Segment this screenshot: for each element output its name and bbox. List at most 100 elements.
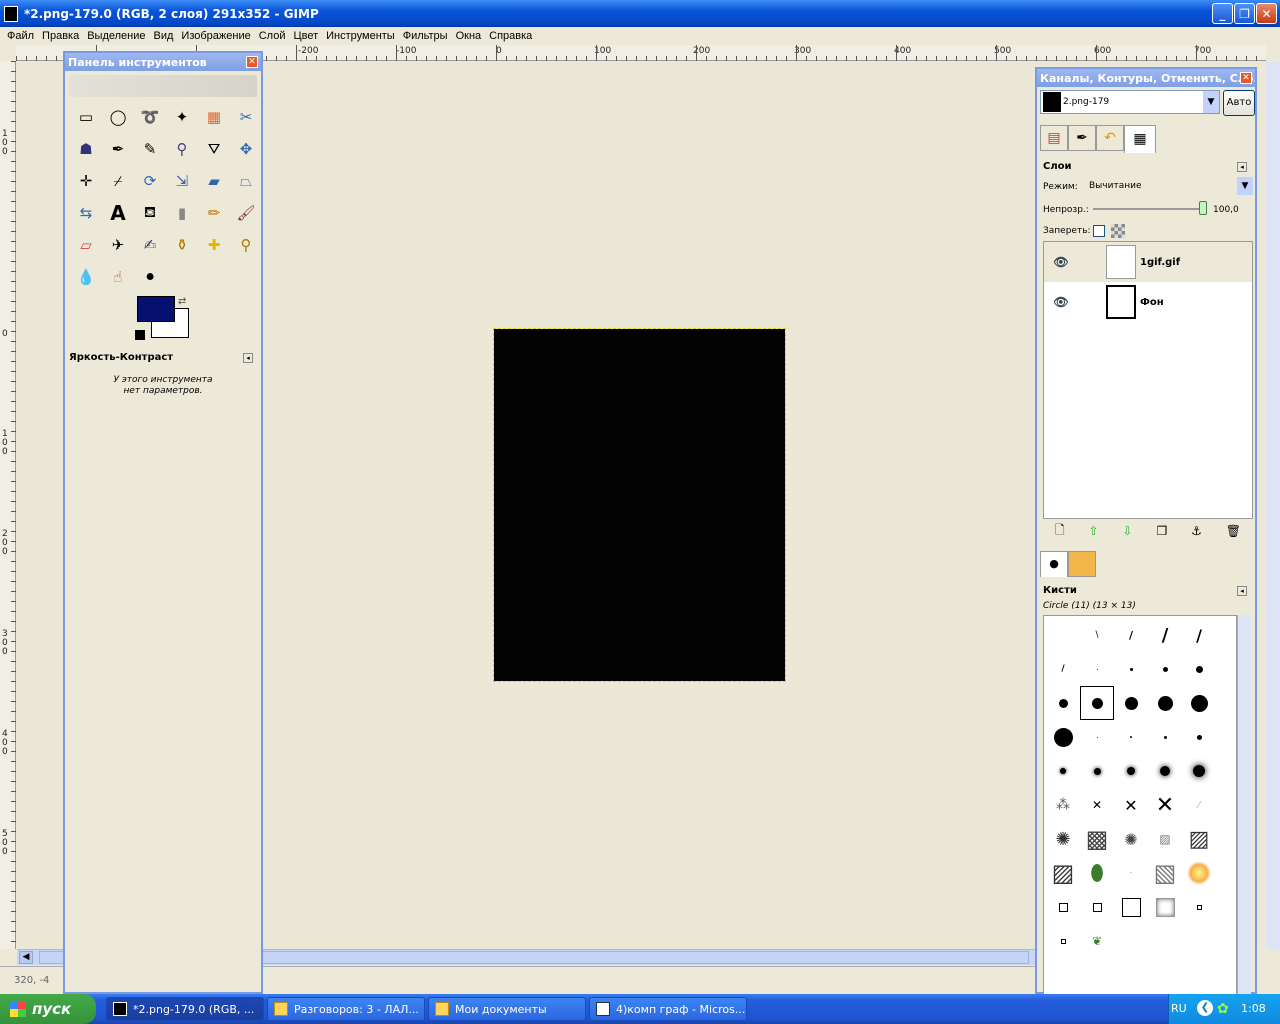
brush-item[interactable]: ✺ — [1046, 822, 1080, 856]
brush-item[interactable] — [1182, 856, 1216, 890]
scale-icon[interactable]: ⇲ — [166, 165, 198, 197]
brush-item[interactable] — [1182, 754, 1216, 788]
lock-checkbox[interactable] — [1093, 225, 1105, 237]
smudge-icon[interactable]: ☝ — [102, 261, 134, 293]
tab-undo-icon[interactable]: ↶ — [1096, 125, 1124, 151]
taskbar-item-gimp[interactable]: *2.png-179.0 (RGB, ... — [106, 997, 264, 1021]
menu-view[interactable]: Вид — [150, 30, 178, 42]
brush-item[interactable]: / — [1182, 618, 1216, 652]
foreground-color-swatch[interactable] — [137, 296, 175, 322]
brush-item[interactable]: / — [1148, 618, 1182, 652]
brush-item[interactable] — [1114, 652, 1148, 686]
layers-menu-icon[interactable]: ◂ — [1237, 162, 1247, 172]
menu-help[interactable]: Справка — [485, 30, 536, 42]
brushes-menu-icon[interactable]: ◂ — [1237, 586, 1247, 596]
tray-expand-icon[interactable]: ❮ — [1197, 1000, 1213, 1016]
anchor-layer-icon[interactable]: ⚓ — [1191, 524, 1202, 538]
dock-title-bar[interactable]: Каналы, Контуры, Отменить, Сло... ✕ — [1037, 69, 1255, 87]
blur-icon[interactable]: 💧 — [70, 261, 102, 293]
eye-icon[interactable]: 👁 — [1044, 295, 1078, 309]
minimize-button[interactable]: _ — [1212, 3, 1233, 24]
vertical-scrollbar[interactable] — [1266, 62, 1280, 949]
dock-close-icon[interactable]: ✕ — [1240, 72, 1252, 84]
brush-item[interactable] — [1046, 720, 1080, 754]
toolbox-close-icon[interactable]: ✕ — [246, 56, 258, 68]
brush-item-selected[interactable] — [1080, 686, 1114, 720]
menu-tools[interactable]: Инструменты — [322, 30, 399, 42]
tab-brushes-icon[interactable]: ● — [1040, 551, 1068, 577]
tab-patterns-icon[interactable] — [1068, 551, 1096, 577]
brush-item[interactable] — [1114, 890, 1148, 924]
bucket-fill-icon[interactable]: ⛾ — [134, 197, 166, 229]
brush-item[interactable] — [1114, 720, 1148, 754]
taskbar-item-documents[interactable]: Мои документы — [428, 997, 586, 1021]
taskbar-item-chat[interactable]: Разговоров: 3 - ЛАЛ... — [267, 997, 425, 1021]
dodge-burn-icon[interactable]: ⚫ — [134, 261, 166, 293]
brush-item[interactable]: ✕ — [1080, 788, 1114, 822]
menu-edit[interactable]: Правка — [38, 30, 83, 42]
icq-flower-icon[interactable]: ✿ — [1217, 1001, 1229, 1017]
brush-item[interactable] — [1182, 720, 1216, 754]
brush-item[interactable] — [1080, 754, 1114, 788]
chevron-down-icon[interactable]: ▼ — [1203, 91, 1219, 113]
delete-layer-icon[interactable]: 🗑 — [1226, 524, 1241, 538]
raise-layer-icon[interactable]: ⇧ — [1089, 524, 1099, 538]
eye-icon[interactable]: 👁 — [1044, 255, 1078, 269]
crop-icon[interactable]: ⌿ — [102, 165, 134, 197]
ink-icon[interactable]: ✍ — [134, 229, 166, 261]
pencil-icon[interactable]: ✏ — [198, 197, 230, 229]
tool-options-menu-icon[interactable]: ◂ — [243, 353, 253, 363]
brush-item[interactable]: ⁂ — [1046, 788, 1080, 822]
rotate-icon[interactable]: ⟳ — [134, 165, 166, 197]
brush-item[interactable]: ✕ — [1114, 788, 1148, 822]
brush-item[interactable] — [1114, 686, 1148, 720]
menu-windows[interactable]: Окна — [452, 30, 486, 42]
default-colors-icon[interactable] — [135, 330, 145, 340]
brush-item[interactable] — [1080, 890, 1114, 924]
free-select-icon[interactable]: ➰ — [134, 101, 166, 133]
perspective-clone-icon[interactable]: ⚲ — [230, 229, 262, 261]
swap-colors-icon[interactable]: ⇄ — [178, 296, 186, 307]
brush-item[interactable]: \ — [1080, 618, 1114, 652]
menu-filters[interactable]: Фильтры — [399, 30, 452, 42]
tab-channels-icon[interactable]: ▤ — [1040, 125, 1068, 151]
airbrush-icon[interactable]: ✈ — [102, 229, 134, 261]
new-layer-icon[interactable]: 🗋 — [1055, 521, 1065, 542]
brush-item[interactable] — [1182, 890, 1216, 924]
scissors-icon[interactable]: ✂ — [230, 101, 262, 133]
brush-item[interactable] — [1114, 754, 1148, 788]
close-button[interactable]: ✕ — [1256, 3, 1277, 24]
shear-icon[interactable]: ▰ — [198, 165, 230, 197]
heal-icon[interactable]: ✚ — [198, 229, 230, 261]
brush-item[interactable] — [1148, 686, 1182, 720]
brush-item[interactable] — [1148, 754, 1182, 788]
menu-image[interactable]: Изображение — [177, 30, 254, 42]
color-select-icon[interactable]: ▦ — [198, 101, 230, 133]
eraser-icon[interactable]: ▱ — [70, 229, 102, 261]
brush-item[interactable]: ✕ — [1148, 788, 1182, 822]
brush-item[interactable] — [1046, 686, 1080, 720]
brush-item[interactable] — [1148, 720, 1182, 754]
ellipse-select-icon[interactable]: ◯ — [102, 101, 134, 133]
brush-item[interactable]: · — [1114, 856, 1148, 890]
brush-item[interactable]: ⬮ — [1080, 856, 1114, 890]
brush-item[interactable] — [1148, 652, 1182, 686]
tab-layers-icon[interactable]: ▦ — [1124, 125, 1156, 153]
flip-icon[interactable]: ⇆ — [70, 197, 102, 229]
brush-item[interactable]: ▨ — [1046, 856, 1080, 890]
image-canvas[interactable] — [493, 328, 786, 682]
toolbox-title-bar[interactable]: Панель инструментов ✕ — [65, 53, 261, 71]
paintbrush-icon[interactable]: 🖌 — [230, 197, 262, 229]
text-tool-icon[interactable]: A — [102, 197, 134, 229]
brush-item[interactable] — [1046, 890, 1080, 924]
perspective-icon[interactable]: ⏢ — [230, 165, 262, 197]
window-title-bar[interactable]: *2.png-179.0 (RGB, 2 слоя) 291x352 - GIM… — [0, 0, 1280, 27]
color-picker-icon[interactable]: ✎ — [134, 133, 166, 165]
tab-paths-icon[interactable]: ✒ — [1068, 125, 1096, 151]
menu-file[interactable]: Файл — [3, 30, 38, 42]
paths-icon[interactable]: ✒ — [102, 133, 134, 165]
layer-row[interactable]: 👁 Фон — [1044, 282, 1252, 322]
brush-item[interactable]: ▨ — [1148, 822, 1182, 856]
align-icon[interactable]: ✛ — [70, 165, 102, 197]
menu-colors[interactable]: Цвет — [289, 30, 322, 42]
